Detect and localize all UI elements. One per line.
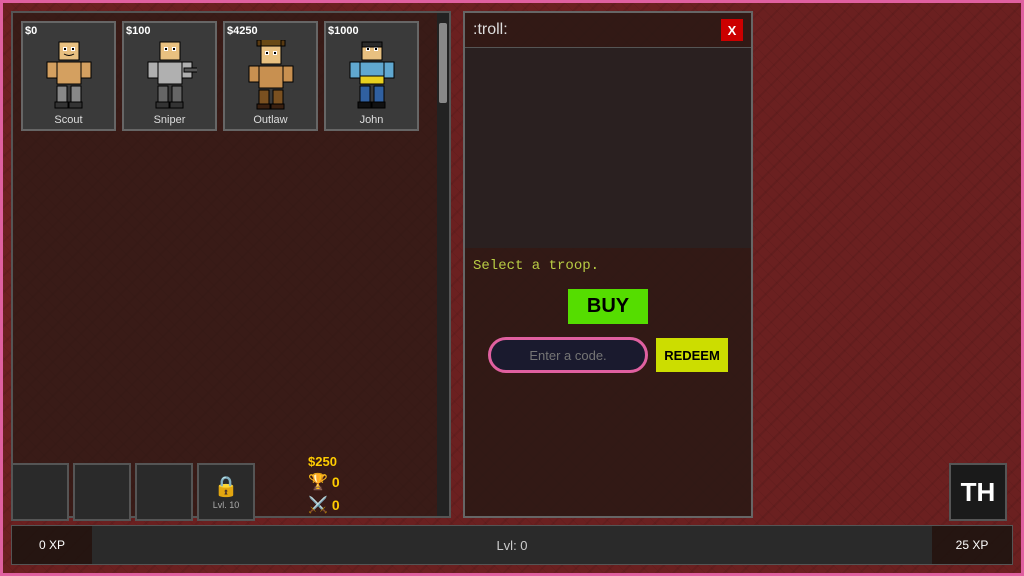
sword-icon: ⚔️ [308, 495, 328, 515]
outlaw-name: Outlaw [251, 112, 289, 128]
buy-button[interactable]: BUY [568, 289, 648, 324]
scroll-track[interactable] [437, 13, 449, 516]
troops-grid: $0 [13, 13, 449, 139]
th-logo: TH [949, 463, 1007, 521]
troop-card-outlaw[interactable]: $4250 [223, 21, 318, 131]
outlaw-price: $4250 [227, 25, 258, 37]
outlaw-figure [236, 37, 306, 112]
xp-left: 0 XP [12, 538, 92, 552]
right-panel-header: :troll: X [465, 13, 751, 48]
redeem-button[interactable]: REDEEM [656, 338, 728, 372]
xp-bar: Lvl: 0 [92, 526, 932, 564]
scroll-thumb[interactable] [439, 23, 447, 103]
trophy-row: 🏆 0 [308, 472, 340, 492]
stats-panel: $250 🏆 0 ⚔️ 0 [308, 454, 340, 515]
john-price: $1000 [328, 25, 359, 37]
troll-text: :troll: [473, 21, 508, 39]
john-name: John [358, 112, 386, 128]
john-figure [337, 37, 407, 112]
lock-icon: 🔒 [214, 474, 239, 500]
select-troop-text: Select a troop. [465, 248, 751, 284]
trophy-value: 0 [332, 474, 340, 490]
right-panel: :troll: X Select a troop. BUY REDEEM [463, 11, 753, 518]
slot-2[interactable] [73, 463, 131, 521]
sword-row: ⚔️ 0 [308, 495, 340, 515]
code-section: REDEEM [465, 329, 751, 381]
code-input[interactable] [488, 337, 648, 373]
scout-name: Scout [52, 112, 84, 128]
xp-right: 25 XP [932, 538, 1012, 552]
left-panel: $0 [11, 11, 451, 518]
slot-4-locked[interactable]: 🔒 Lvl. 10 [197, 463, 255, 521]
trophy-icon: 🏆 [308, 472, 328, 492]
money-label: $250 [308, 454, 340, 469]
sniper-name: Sniper [152, 112, 188, 128]
sword-value: 0 [332, 497, 340, 513]
close-button[interactable]: X [721, 19, 743, 41]
lvl-text: Lvl: 0 [496, 538, 527, 553]
sniper-figure [135, 37, 205, 112]
right-panel-body [465, 48, 751, 248]
scout-price: $0 [25, 25, 37, 37]
slot-3[interactable] [135, 463, 193, 521]
troop-card-scout[interactable]: $0 [21, 21, 116, 131]
sniper-price: $100 [126, 25, 150, 37]
troop-card-john[interactable]: $1000 [324, 21, 419, 131]
troop-card-sniper[interactable]: $100 [122, 21, 217, 131]
slot-1[interactable] [11, 463, 69, 521]
scout-figure [34, 37, 104, 112]
bottom-slots: 🔒 Lvl. 10 [11, 463, 255, 521]
bottom-bar: 0 XP Lvl: 0 25 XP [11, 525, 1013, 565]
slot-lvl-label: Lvl. 10 [213, 500, 240, 510]
